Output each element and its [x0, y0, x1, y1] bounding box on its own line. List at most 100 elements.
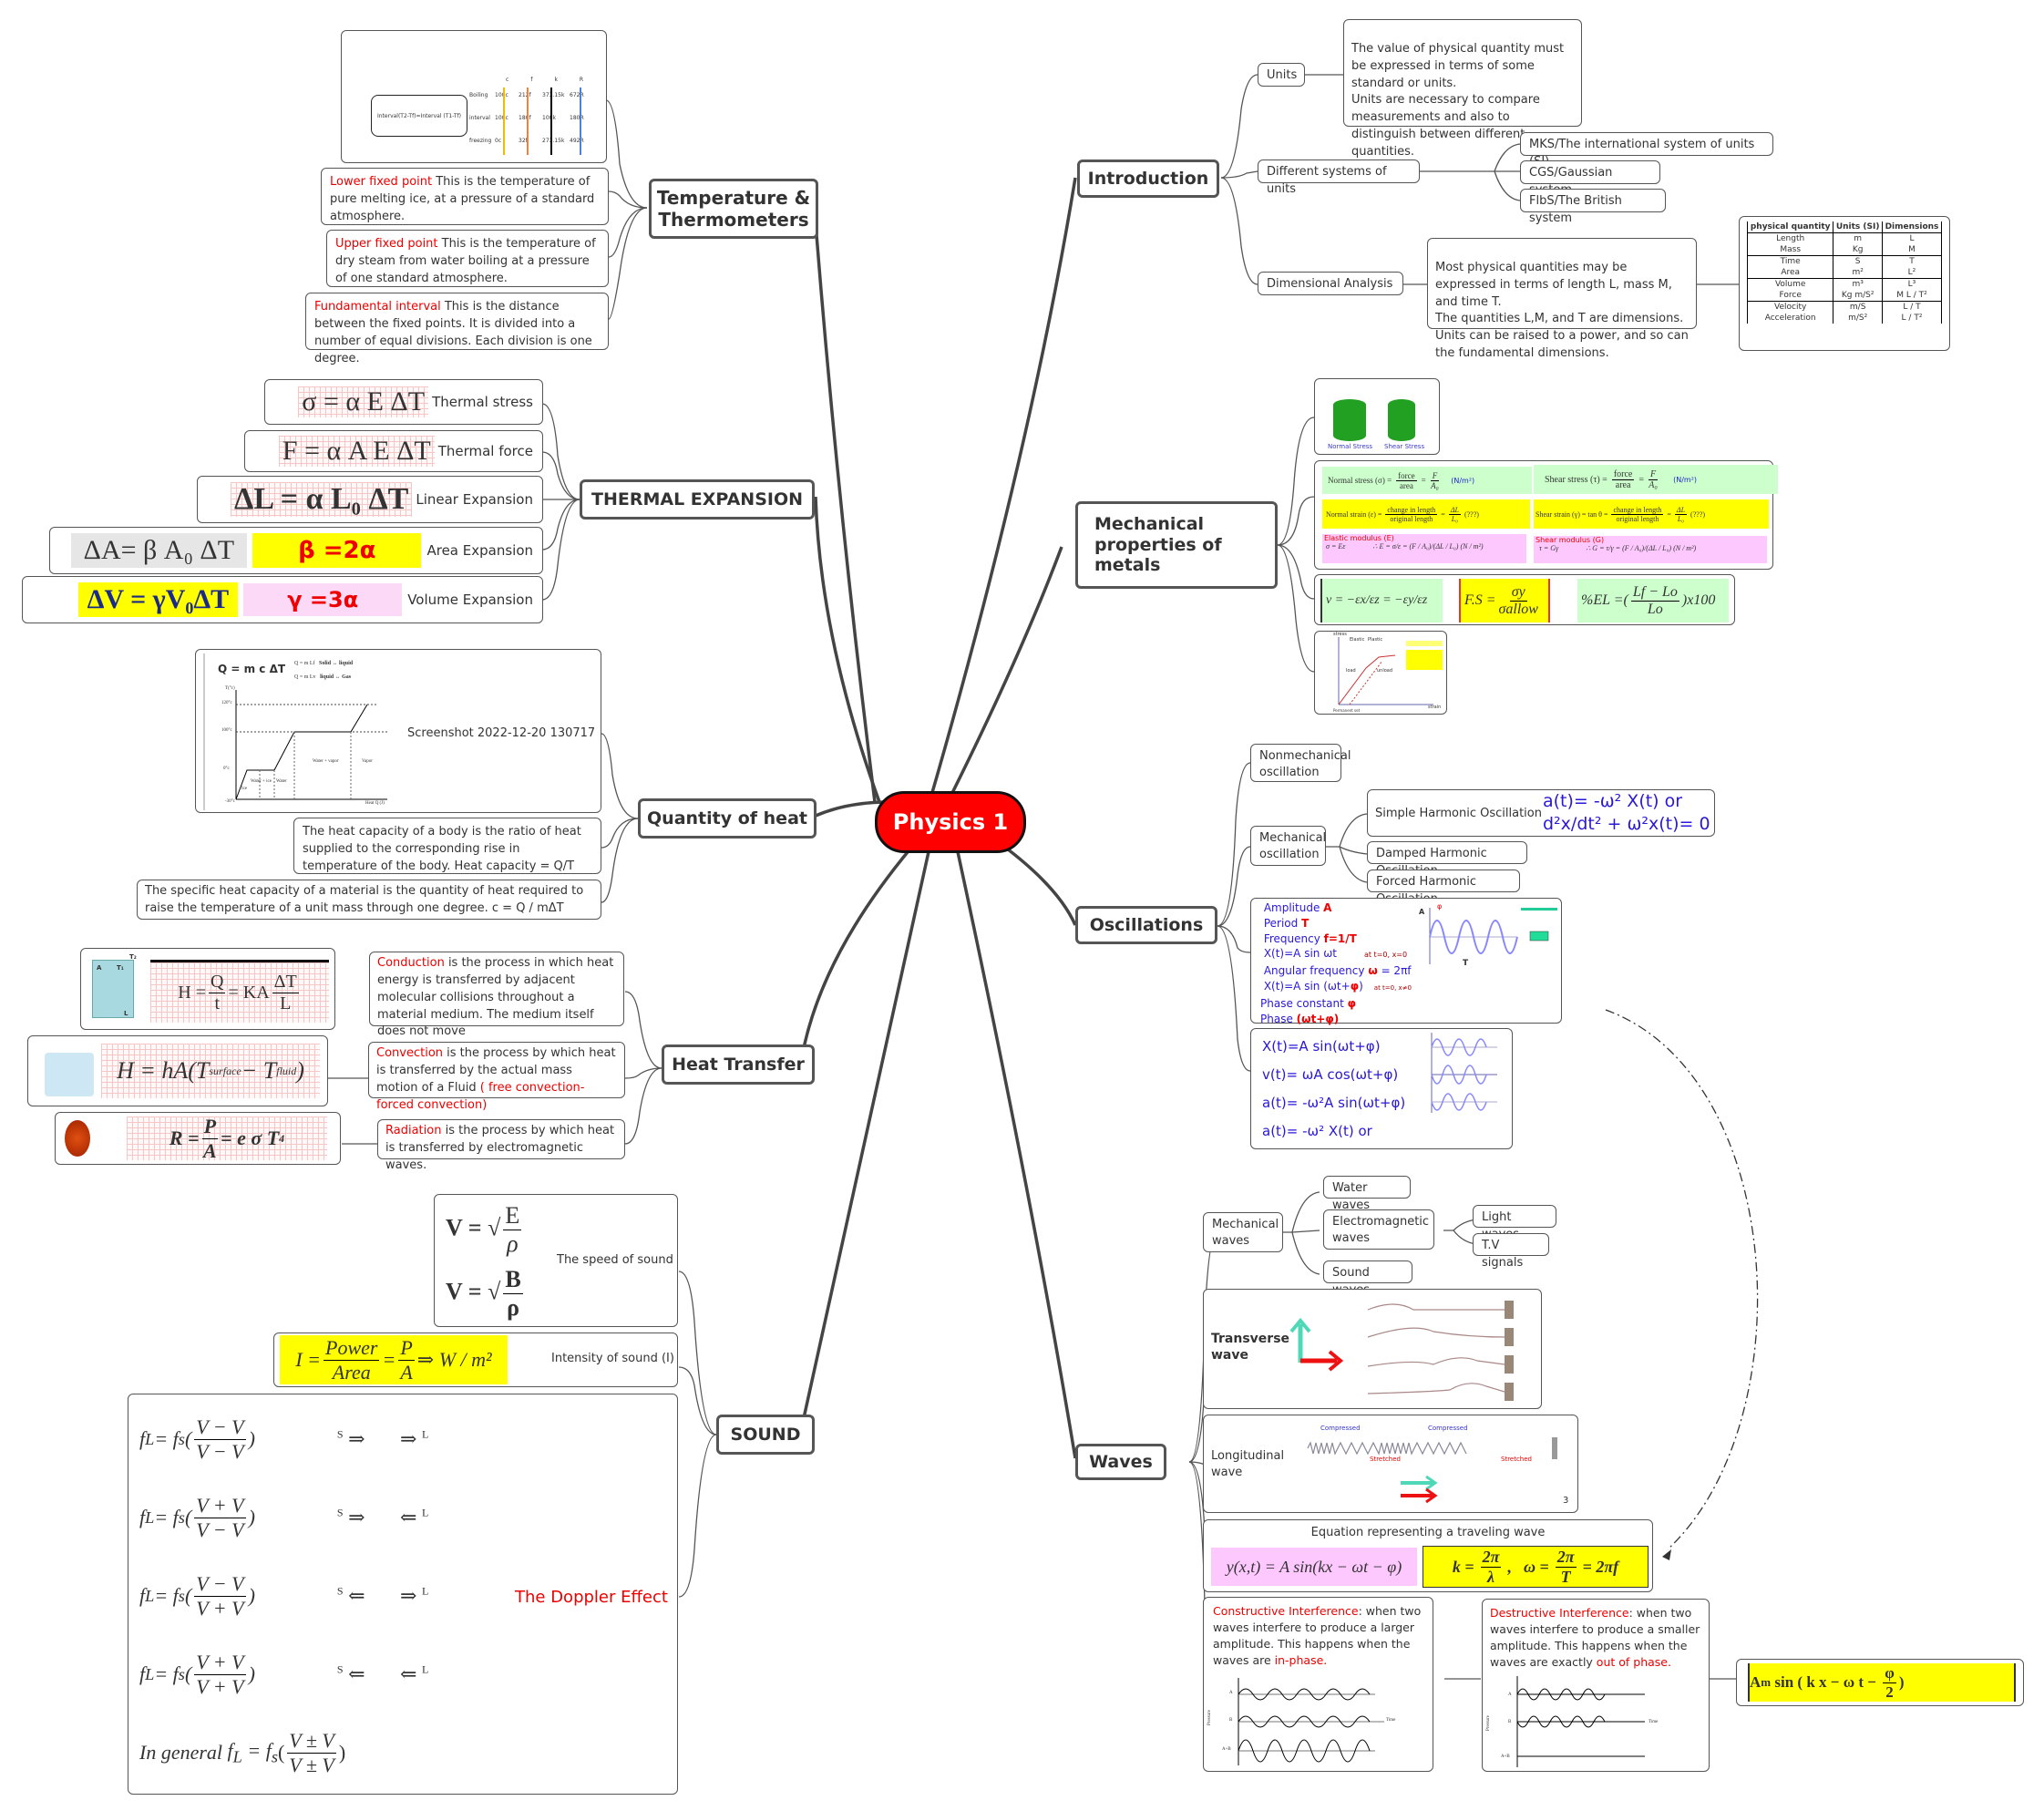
- resultant-wave-node: Am sin ( k x − ω t − φ 2): [1736, 1659, 2024, 1706]
- system-flbs[interactable]: FlbS/The British system: [1520, 189, 1666, 225]
- tv-signals[interactable]: T.V signals: [1473, 1233, 1549, 1270]
- doppler-label: The Doppler Effect: [515, 1588, 668, 1607]
- central-title: Physics 1: [892, 809, 1009, 835]
- speed-of-sound-label: The speed of sound: [557, 1253, 673, 1267]
- def-period: Period T: [1263, 916, 1310, 930]
- traveling-wave-node: Equation representing a traveling wave y…: [1203, 1519, 1653, 1592]
- doppler-row: fL = f s(V − VV − V) S ⇒ ⇒ L: [139, 1415, 429, 1463]
- topic-quantity-of-heat[interactable]: Quantity of heat: [638, 798, 817, 839]
- longitudinal-wave-node: Longitudinal wave Compressed Compressed …: [1203, 1415, 1578, 1513]
- phase-waves-graph: [1431, 1033, 1497, 1113]
- convection-formula-image: H = hA(T surface − Tfluid): [27, 1035, 328, 1106]
- shear-stress-formula: Shear stress (τ) = force area = F A₀ (N/m²): [1534, 465, 1778, 494]
- units-description: The value of physical quantity must be e…: [1343, 19, 1582, 159]
- intensity-node: I = Power Area = P A ⇒ W / m² Intensity of so…: [273, 1333, 678, 1387]
- osc-eq-list: X(t)=A sin(ωt+φ) v(t)= ωA cos(ωt+φ) a(t)…: [1262, 1038, 1406, 1139]
- shear-modulus-formula: Shear modulus (G) τ = Gγ ∴ G = τ/γ = (F /…: [1534, 536, 1767, 563]
- shear-strain-formula: Shear strain (γ) = tan θ = change in leng…: [1534, 499, 1769, 529]
- heating-curve-image: Q = m c ΔT Q = m Lf Solid ↔ liquid Q = m…: [195, 649, 601, 813]
- sound-waves[interactable]: Sound waves: [1323, 1260, 1412, 1297]
- simple-harmonic-oscillation[interactable]: Simple Harmonic Oscillation a(t)= -ω² X(…: [1367, 789, 1715, 837]
- def-amplitude: Amplitude A: [1263, 901, 1332, 914]
- longitudinal-direction-arrows-icon: [1401, 1476, 1438, 1503]
- conduction-formula-image: A T₁ T₂ L H = Qt = KA ΔT L: [80, 948, 335, 1030]
- light-waves[interactable]: Light waves: [1473, 1205, 1556, 1241]
- thermal-item-volume: ΔV = γV₀ΔT γ =3α Volume Expansion: [22, 576, 543, 623]
- linear-expansion-formula: ΔL = α L₀ ΔT: [231, 482, 412, 517]
- nonmechanical-oscillation[interactable]: Nonmechanical oscillation: [1250, 744, 1351, 782]
- forced-harmonic-oscillation[interactable]: Forced Harmonic Oscillation: [1367, 869, 1520, 906]
- system-mks[interactable]: MKS/The international system of units (S…: [1520, 132, 1773, 169]
- doppler-general: In general fL = fs(V ± VV ± V): [139, 1728, 346, 1776]
- poisson-fs-el-formulas: ν = −εx/εz = −εy/εz F.S = σy σallow %EL =(…: [1314, 574, 1735, 625]
- wave-number-equation: k = 2π λ, ω = 2π T = 2πf: [1423, 1546, 1649, 1588]
- constructive-text: Constructive Interference: when two wave…: [1213, 1604, 1422, 1668]
- dimensions-table-node: physical quantity Units (SI) Dimensions …: [1739, 216, 1950, 351]
- upper-fixed-point-note: Upper fixed point This is the temperatur…: [326, 230, 609, 287]
- thermal-item-force: F = α A E ΔT Thermal force: [244, 430, 543, 472]
- doppler-row: fL = f s(V + VV + V) S ⇐ ⇐ L: [139, 1650, 429, 1698]
- mechanical-oscillation[interactable]: Mechanical oscillation: [1250, 826, 1326, 866]
- topic-temperature[interactable]: Temperature & Thermometers: [649, 179, 818, 239]
- oscillation-equations: X(t)=A sin(ωt+φ) v(t)= ωA cos(ωt+φ) a(t)…: [1250, 1028, 1513, 1149]
- poisson-ratio-formula: ν = −εx/εz = −εy/εz: [1320, 579, 1443, 623]
- hot-body-icon: [65, 1120, 90, 1157]
- systems-node[interactable]: Different systems of units: [1258, 159, 1420, 196]
- def-phase: Phase (ωt+φ): [1260, 1012, 1340, 1025]
- volume-expansion-formula: ΔV = γV₀ΔT: [77, 582, 239, 617]
- topic-heat-transfer[interactable]: Heat Transfer: [662, 1044, 815, 1085]
- normal-strain-formula: Normal strain (ε) = change in length origi…: [1322, 499, 1530, 529]
- topic-sound[interactable]: SOUND: [716, 1415, 815, 1455]
- slide-number: 3: [1563, 1496, 1569, 1506]
- screenshot-caption: Screenshot 2022-12-20 130717: [407, 726, 596, 740]
- stress-strain-formulas: Normal stress (σ) = force area = F A₀ (N/m²) …: [1314, 460, 1778, 570]
- water-waves[interactable]: Water waves: [1323, 1176, 1411, 1212]
- resultant-wave-formula: Am sin ( k x − ω t − φ 2): [1748, 1663, 2016, 1702]
- area-expansion-formula: ΔA= β A₀ ΔT: [70, 533, 248, 568]
- factor-of-safety-formula: F.S = σy σallow: [1459, 579, 1550, 623]
- rope-pulse-illustration: [1367, 1301, 1514, 1401]
- central-topic[interactable]: Physics 1: [875, 791, 1026, 853]
- dimensional-analysis-node[interactable]: Dimensional Analysis: [1258, 272, 1403, 295]
- table-row: Force Kg m/S² M L / T²: [1746, 290, 1943, 302]
- convection-note: Convection is the process by which heat …: [368, 1042, 625, 1112]
- normal-stress-cylinder-icon: [1333, 399, 1366, 441]
- speed-formula-fluid: V = √ Bρ: [446, 1266, 523, 1321]
- electromagnetic-waves[interactable]: Electromagnetic waves: [1323, 1209, 1434, 1250]
- topic-oscillations[interactable]: Oscillations: [1075, 906, 1217, 944]
- topic-mechanical-properties[interactable]: Mechanical properties of metals: [1075, 501, 1278, 589]
- doppler-row: fL = f s(V − VV + V) S ⇐ ⇒ L: [139, 1571, 429, 1620]
- def-position: X(t)=A sin ωt at t=0, x=0: [1263, 947, 1408, 961]
- topic-thermal-expansion[interactable]: THERMAL EXPANSION: [580, 479, 815, 520]
- area-expansion-label: Area Expansion: [426, 542, 533, 559]
- heating-curve-svg: [235, 690, 387, 800]
- scale-table: c f k R Boiling 100c 212f 373.15k 672R i…: [469, 77, 606, 155]
- units-node[interactable]: Units: [1258, 63, 1305, 87]
- traveling-wave-equation: y(x,t) = A sin(kx − ωt − φ): [1211, 1548, 1417, 1586]
- intensity-label: Intensity of sound (I): [551, 1352, 674, 1365]
- thermal-force-formula: F = α A E ΔT: [279, 436, 435, 467]
- shear-stress-cylinder-icon: [1388, 399, 1415, 441]
- system-cgs[interactable]: CGS/Gaussian system: [1520, 160, 1660, 197]
- pot-icon: [45, 1053, 94, 1096]
- table-row: Length m L: [1746, 232, 1943, 244]
- convection-formula: H = hA(T surface − Tfluid): [101, 1044, 320, 1098]
- damped-harmonic-oscillation[interactable]: Damped Harmonic Oscillation: [1367, 841, 1527, 878]
- scale-arrows: [503, 87, 581, 155]
- topic-waves[interactable]: Waves: [1075, 1444, 1166, 1480]
- stress-strain-curve: [1338, 637, 1443, 705]
- latent-heat-legend: Q = m Lf Solid ↔ liquid Q = m Lv liquid …: [294, 661, 354, 680]
- thermal-item-linear: ΔL = α L₀ ΔT Linear Expansion: [197, 476, 543, 523]
- linear-expansion-label: Linear Expansion: [416, 491, 533, 508]
- elongation-formula: %EL =(Lf − Lo Lo) x100: [1577, 579, 1729, 623]
- table-row: Area m² L²: [1746, 267, 1943, 279]
- shm-equation: a(t)= -ω² X(t) or d²x/dt² + ω²x(t)= 0: [1543, 791, 1710, 834]
- def-phase-constant: Phase constant φ: [1260, 996, 1357, 1010]
- destructive-interference-graph: [1516, 1676, 1645, 1767]
- topic-introduction[interactable]: Introduction: [1077, 159, 1219, 198]
- heating-curve-graph: Q = m c ΔT Q = m Lf Solid ↔ liquid Q = m…: [203, 653, 406, 810]
- mechanical-waves[interactable]: Mechanical waves: [1203, 1212, 1283, 1252]
- topic-temperature-title: Temperature & Thermometers: [656, 187, 811, 231]
- lower-fixed-point-note: Lower fixed point This is the temperatur…: [321, 168, 609, 225]
- doppler-node: fL = f s(V − VV − V) S ⇒ ⇒ L fL = f s(V + …: [128, 1394, 678, 1795]
